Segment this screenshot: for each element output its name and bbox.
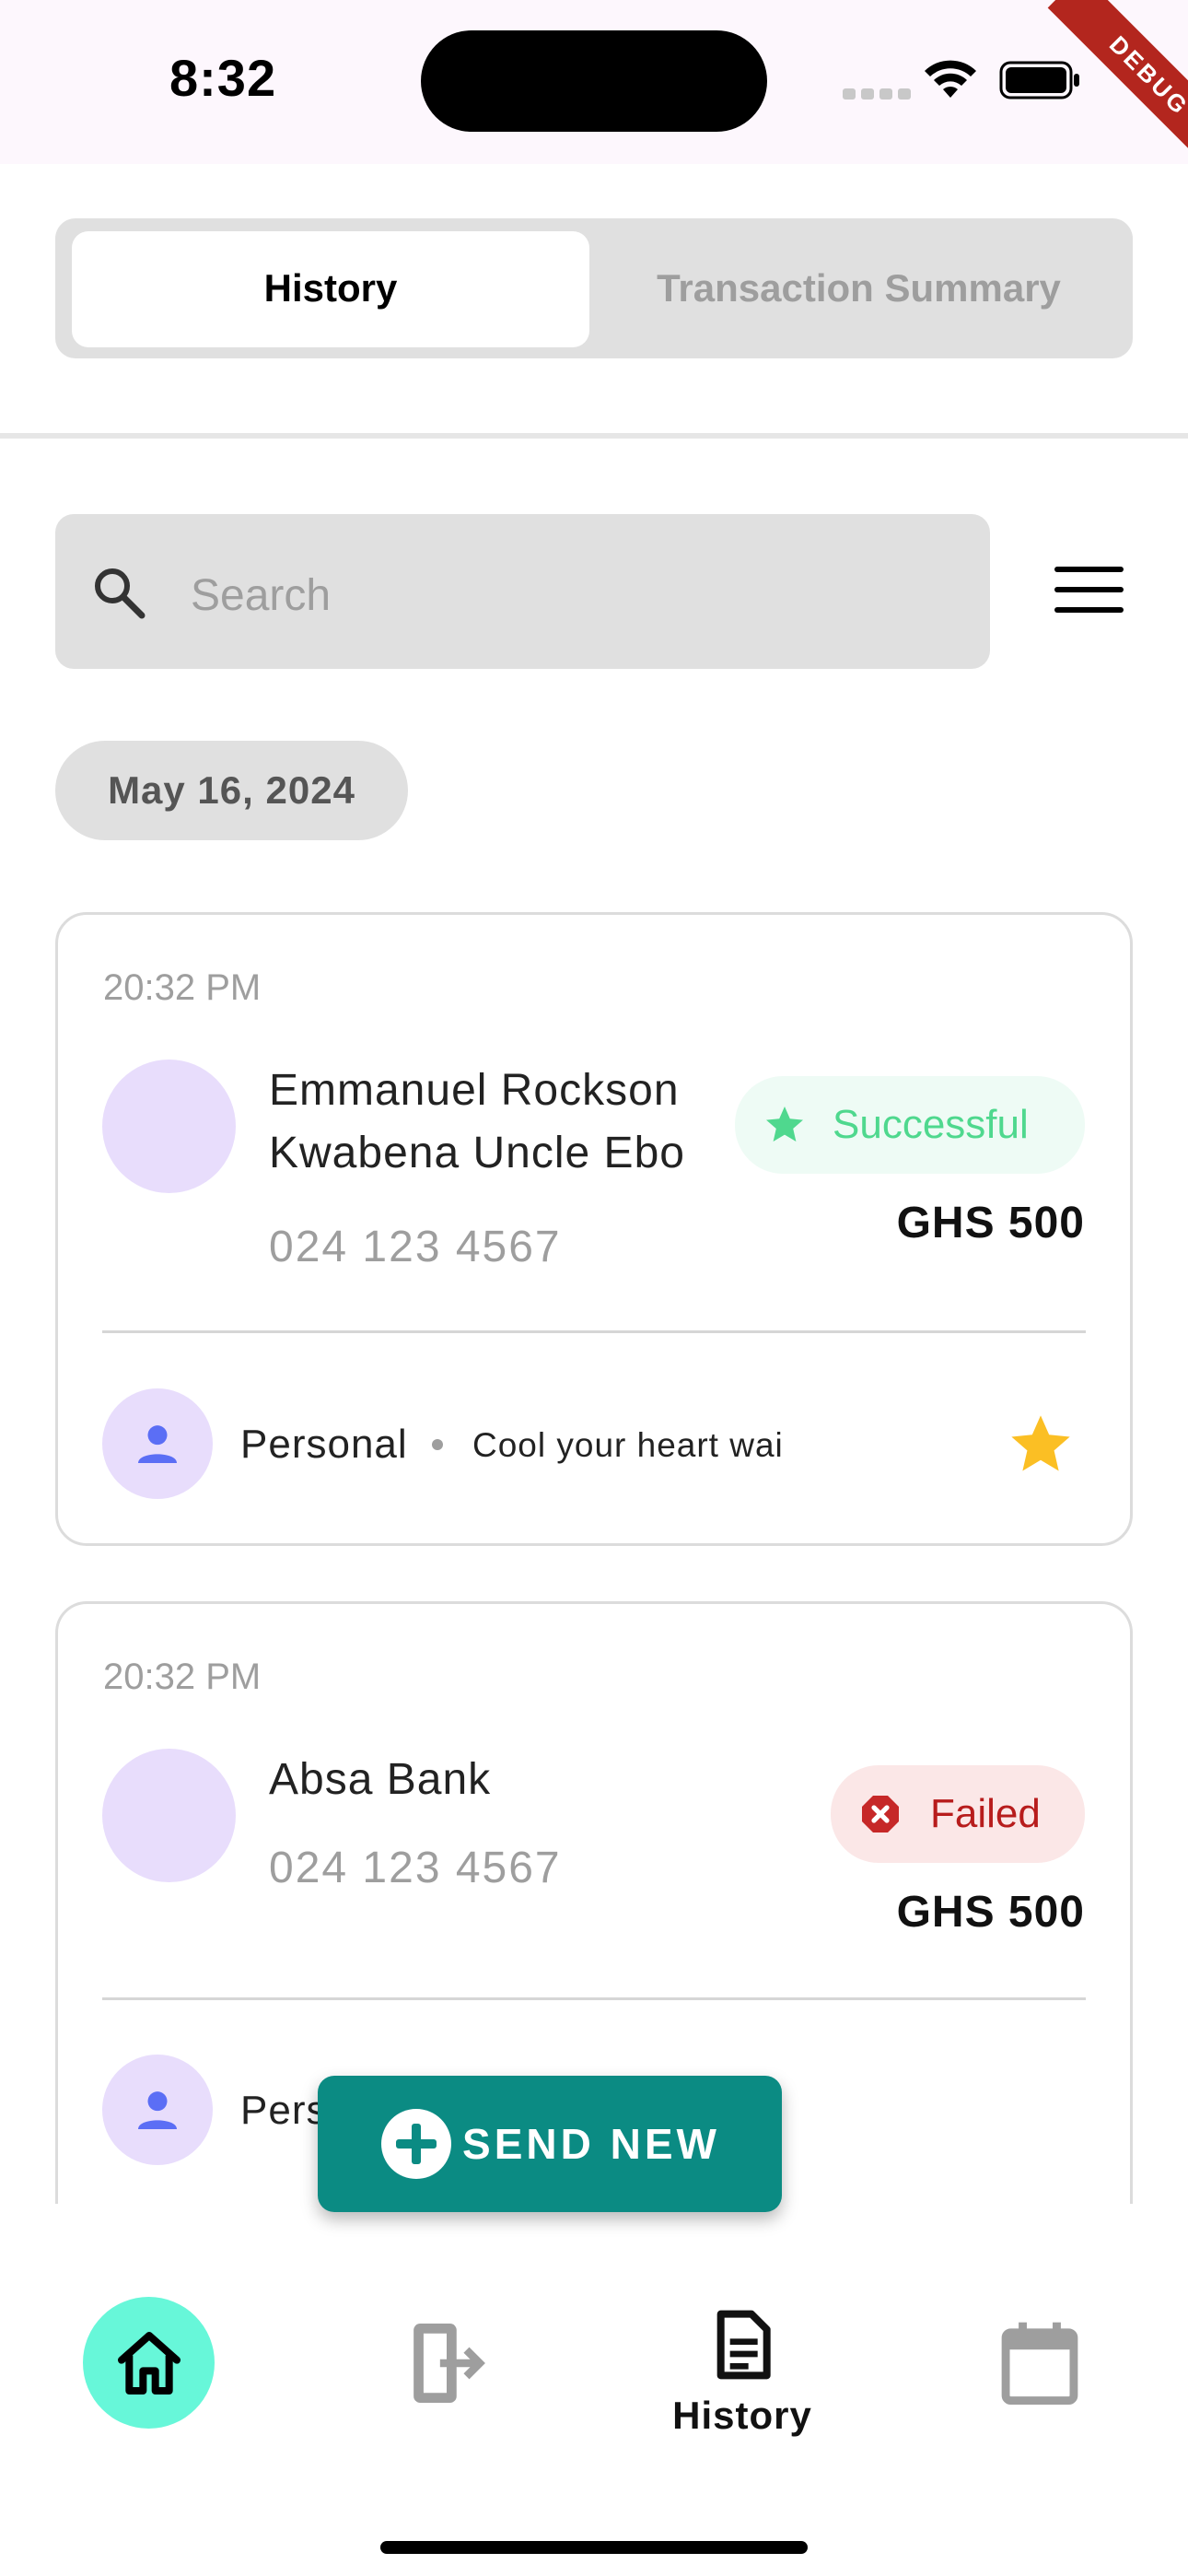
transaction-time: 20:32 PM	[103, 967, 262, 1008]
dynamic-island	[421, 30, 767, 132]
avatar	[102, 1060, 236, 1193]
person-icon	[138, 1425, 177, 1463]
nav-history[interactable]	[682, 2299, 802, 2391]
home-icon	[117, 2331, 181, 2395]
wifi-icon	[925, 60, 976, 98]
cellular-signal-icon	[843, 88, 916, 100]
recipient-name: Absa Bank	[269, 1755, 492, 1804]
nav-logout[interactable]	[387, 2303, 507, 2423]
person-icon	[138, 2091, 177, 2129]
transaction-time: 20:32 PM	[103, 1657, 262, 1697]
transaction-type: Pers	[240, 2088, 328, 2133]
recipient-phone: 024 123 4567	[269, 1844, 562, 1892]
search-icon	[95, 568, 146, 619]
battery-icon	[999, 61, 1079, 100]
add-circle-icon	[381, 2109, 452, 2179]
card-divider	[102, 1330, 1086, 1333]
filter-menu-icon[interactable]	[1054, 567, 1124, 615]
search-input[interactable]	[189, 562, 948, 628]
document-icon	[716, 2310, 771, 2380]
transaction-type: Personal	[240, 1422, 408, 1467]
transaction-amount: GHS 500	[896, 1199, 1085, 1247]
status-time: 8:32	[169, 49, 277, 107]
status-badge-successful: Successful	[735, 1076, 1085, 1174]
tab-transaction-summary[interactable]: Transaction Summary	[599, 261, 1119, 316]
star-icon	[766, 1107, 803, 1142]
send-new-button[interactable]: SEND NEW	[318, 2076, 782, 2212]
card-divider	[102, 1997, 1086, 2000]
header-divider	[0, 433, 1188, 439]
tab-history[interactable]: History	[72, 261, 589, 316]
home-indicator	[380, 2541, 808, 2554]
error-icon	[862, 1796, 899, 1832]
status-badge-failed: Failed	[831, 1765, 1085, 1863]
calendar-icon	[1001, 2322, 1078, 2406]
nav-calendar[interactable]	[980, 2303, 1100, 2423]
favorite-star-icon[interactable]	[1006, 1410, 1076, 1480]
separator-dot	[432, 1439, 443, 1450]
logout-icon	[413, 2324, 485, 2403]
nav-home[interactable]	[83, 2297, 215, 2429]
person-avatar	[102, 2055, 213, 2165]
send-new-label: SEND NEW	[462, 2120, 720, 2168]
recipient-name: Emmanuel Rockson Kwabena Uncle Ebo	[269, 1066, 685, 1177]
avatar	[102, 1749, 236, 1882]
nav-history-label[interactable]: History	[645, 2394, 840, 2438]
date-chip: May 16, 2024	[55, 741, 408, 840]
recipient-phone: 024 123 4567	[269, 1223, 562, 1271]
person-avatar	[102, 1388, 213, 1499]
transaction-amount: GHS 500	[896, 1888, 1085, 1937]
transaction-note: Cool your heart wai	[472, 1426, 784, 1464]
